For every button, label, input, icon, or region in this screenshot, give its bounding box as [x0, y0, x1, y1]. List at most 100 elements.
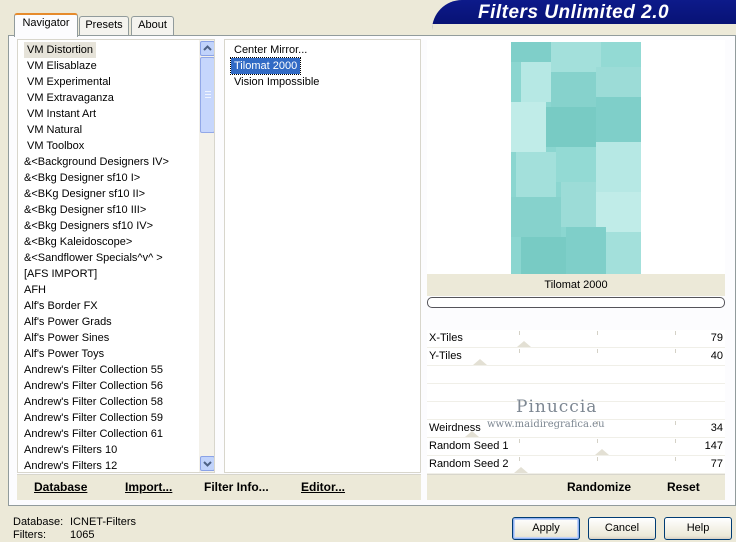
apply-button[interactable]: Apply: [512, 517, 580, 540]
preview-tile: [606, 232, 641, 274]
param-row[interactable]: X-Tiles 79: [427, 330, 725, 348]
slider-tick: [675, 349, 676, 353]
reset-label: Reset: [667, 480, 700, 494]
help-button[interactable]: Help: [664, 517, 732, 540]
slider-tick: [675, 439, 676, 443]
tab-about[interactable]: About: [131, 16, 174, 35]
category-item[interactable]: VM Natural: [24, 122, 85, 138]
slider-tick: [675, 421, 676, 425]
param-value: 147: [704, 440, 723, 452]
category-item[interactable]: Andrew's Filter Collection 59: [21, 410, 166, 426]
preview-tile: [596, 192, 641, 232]
category-item[interactable]: VM Distortion: [24, 42, 97, 58]
slider-tick: [675, 457, 676, 461]
database-button[interactable]: Database: [34, 480, 87, 494]
slider-tick: [597, 331, 598, 335]
param-label: Weirdness: [429, 422, 481, 434]
category-item[interactable]: &<Bkg Designer sf10 I>: [21, 170, 143, 186]
progress-bar: [427, 297, 725, 308]
preview-tile: [516, 152, 556, 197]
category-item[interactable]: [AFS IMPORT]: [21, 266, 100, 282]
category-item[interactable]: Andrew's Filter Collection 61: [21, 426, 166, 442]
category-item[interactable]: Alf's Power Sines: [21, 330, 112, 346]
slider-tick: [519, 457, 520, 461]
filter-list[interactable]: Center Mirror... Tilomat 2000 Vision Impos…: [224, 39, 421, 473]
category-item[interactable]: &<Bkg Designer sf10 III>: [21, 202, 149, 218]
param-row[interactable]: Random Seed 2 77: [427, 456, 725, 474]
slider-tick: [597, 349, 598, 353]
param-label: Y-Tiles: [429, 350, 462, 362]
category-list[interactable]: VM Distortion VM Elisablaze VM Experimenta…: [17, 39, 215, 473]
category-item[interactable]: &<Bkg Kaleidoscope>: [21, 234, 135, 250]
slider-tick: [519, 331, 520, 335]
preview-tile: [521, 237, 566, 274]
filter-item[interactable]: Center Mirror...: [231, 42, 310, 58]
category-item[interactable]: Andrew's Filter Collection 58: [21, 394, 166, 410]
title-banner: Filters Unlimited 2.0: [432, 0, 736, 30]
category-item[interactable]: Andrew's Filters 10: [21, 442, 120, 458]
category-item[interactable]: &<Bkg Designers sf10 IV>: [21, 218, 156, 234]
category-item[interactable]: VM Experimental: [24, 74, 114, 90]
tab-presets[interactable]: Presets: [79, 16, 129, 35]
category-item[interactable]: Alf's Power Toys: [21, 346, 107, 362]
preview-tile: [521, 62, 551, 102]
preview-tile: [596, 142, 641, 192]
watermark-name: Pinuccia: [516, 397, 598, 417]
category-item[interactable]: &<Background Designers IV>: [21, 154, 172, 170]
cancel-button[interactable]: Cancel: [588, 517, 656, 540]
preview-tile: [561, 182, 596, 227]
slider-tick: [519, 439, 520, 443]
tab-navigator[interactable]: Navigator: [14, 13, 78, 37]
right-action-bar: Randomize Reset: [427, 474, 725, 500]
category-item[interactable]: VM Instant Art: [24, 106, 99, 122]
slider-tick: [597, 439, 598, 443]
preview-tile: [551, 72, 596, 107]
param-row[interactable]: Y-Tiles 40: [427, 348, 725, 366]
category-item[interactable]: Alf's Power Grads: [21, 314, 115, 330]
category-item[interactable]: VM Elisablaze: [24, 58, 100, 74]
category-item[interactable]: Andrew's Filters 12: [21, 458, 120, 472]
import-label: Import...: [125, 480, 173, 494]
slider-knob[interactable]: [514, 467, 528, 473]
filter-info-button[interactable]: Filter Info...: [204, 480, 269, 494]
preview-tile: [601, 42, 641, 67]
preview-tile: [556, 147, 596, 182]
import-button[interactable]: Import...: [125, 480, 172, 494]
left-action-bar: Database Import... Filter Info... Editor…: [17, 474, 421, 500]
param-row[interactable]: Random Seed 1 147: [427, 438, 725, 456]
randomize-button[interactable]: Randomize: [567, 480, 631, 494]
slider-tick: [597, 457, 598, 461]
slider-knob[interactable]: [516, 341, 531, 347]
param-label: Random Seed 2: [429, 458, 509, 470]
slider-tick: [675, 331, 676, 335]
filter-item[interactable]: Vision Impossible: [231, 74, 322, 90]
randomize-label: Randomize: [567, 480, 632, 494]
category-item[interactable]: &<BKg Designer sf10 II>: [21, 186, 148, 202]
scroll-up-button[interactable]: [200, 41, 214, 56]
preview-tile: [566, 227, 606, 274]
param-value: 79: [710, 332, 723, 344]
preview-tile: [551, 42, 601, 72]
category-item[interactable]: Andrew's Filter Collection 55: [21, 362, 166, 378]
preview-caption: Tilomat 2000: [427, 274, 725, 296]
category-item[interactable]: VM Toolbox: [24, 138, 87, 154]
preview-tile: [596, 67, 641, 97]
category-item[interactable]: &<Sandflower Specials^v^ >: [21, 250, 166, 266]
category-item[interactable]: VM Extravaganza: [24, 90, 117, 106]
banner-stripe: [432, 24, 736, 30]
scroll-thumb[interactable]: [200, 57, 214, 133]
reset-button[interactable]: Reset: [667, 480, 700, 494]
scroll-down-button[interactable]: [200, 456, 214, 471]
slider-knob[interactable]: [595, 449, 610, 455]
category-item[interactable]: Alf's Border FX: [21, 298, 101, 314]
slider-knob[interactable]: [473, 359, 488, 365]
category-item[interactable]: AFH: [21, 282, 49, 298]
app-title: Filters Unlimited 2.0: [478, 2, 670, 23]
preview-area: [427, 40, 725, 274]
param-label: Random Seed 1: [429, 440, 509, 452]
preview-tile: [596, 97, 641, 142]
filter-item[interactable]: Tilomat 2000: [229, 57, 302, 75]
category-item[interactable]: Andrew's Filter Collection 56: [21, 378, 166, 394]
editor-button[interactable]: Editor...: [301, 480, 345, 494]
footer-database-label: Database:: [13, 516, 64, 528]
